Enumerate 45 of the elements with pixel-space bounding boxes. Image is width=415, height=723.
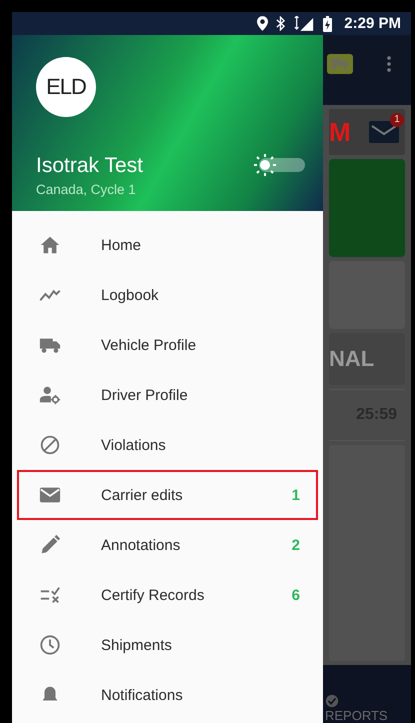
menu-item[interactable]: Notifications [17,670,318,720]
menu-label: Vehicle Profile [101,336,198,354]
menu-label: Notifications [101,686,184,704]
cellular-signal-icon [293,16,316,31]
pencil-icon [39,534,61,556]
count-label: 2 [292,536,300,554]
menu-item[interactable]: Certify Records 6 [17,570,318,620]
header-text: M [329,116,351,148]
count-label: 1 [292,486,300,504]
theme-toggle[interactable] [253,153,307,177]
menu-item[interactable]: Logbook [17,270,318,320]
user-name: Isotrak Test [36,154,143,178]
status-time: 2:29 PM [344,15,401,32]
menu-label: Shipments [101,636,173,654]
battery-icon [323,16,332,32]
menu-item[interactable]: Annotations 2 [17,520,318,570]
menu-item[interactable]: Vehicle Profile [17,320,318,370]
menu-item[interactable]: Violations [17,420,318,470]
mail-badge: 1 [390,113,404,127]
menu-label: Certify Records [101,586,206,604]
prohibited-icon [39,434,61,456]
sun-icon [253,153,277,177]
overflow-menu-icon[interactable] [387,56,391,72]
bluetooth-icon [276,16,286,31]
eld-logo: ELD [36,57,96,117]
menu-item[interactable]: Home [17,220,318,270]
person-gear-icon [39,384,61,406]
menu-label: Violations [101,436,167,454]
cycle-label: Canada, Cycle 1 [36,182,137,197]
location-pin-icon [257,16,268,31]
clock-icon [39,634,61,656]
menu-item[interactable]: Carrier edits 1 [17,470,318,520]
menu-label: Annotations [101,536,182,554]
check-icon[interactable] [325,694,339,708]
menu-label: Driver Profile [101,386,189,404]
truck-button[interactable] [327,54,353,74]
home-icon [39,234,61,256]
menu-label: Home [101,236,142,254]
mail-icon[interactable] [369,121,399,143]
menu-item[interactable]: Shipments [17,620,318,670]
status-label: NAL [329,346,374,372]
menu-item[interactable]: Driver Profile [17,370,318,420]
count-label: 6 [292,586,300,604]
menu-label: Carrier edits [101,486,184,504]
menu-label: Logbook [101,286,160,304]
